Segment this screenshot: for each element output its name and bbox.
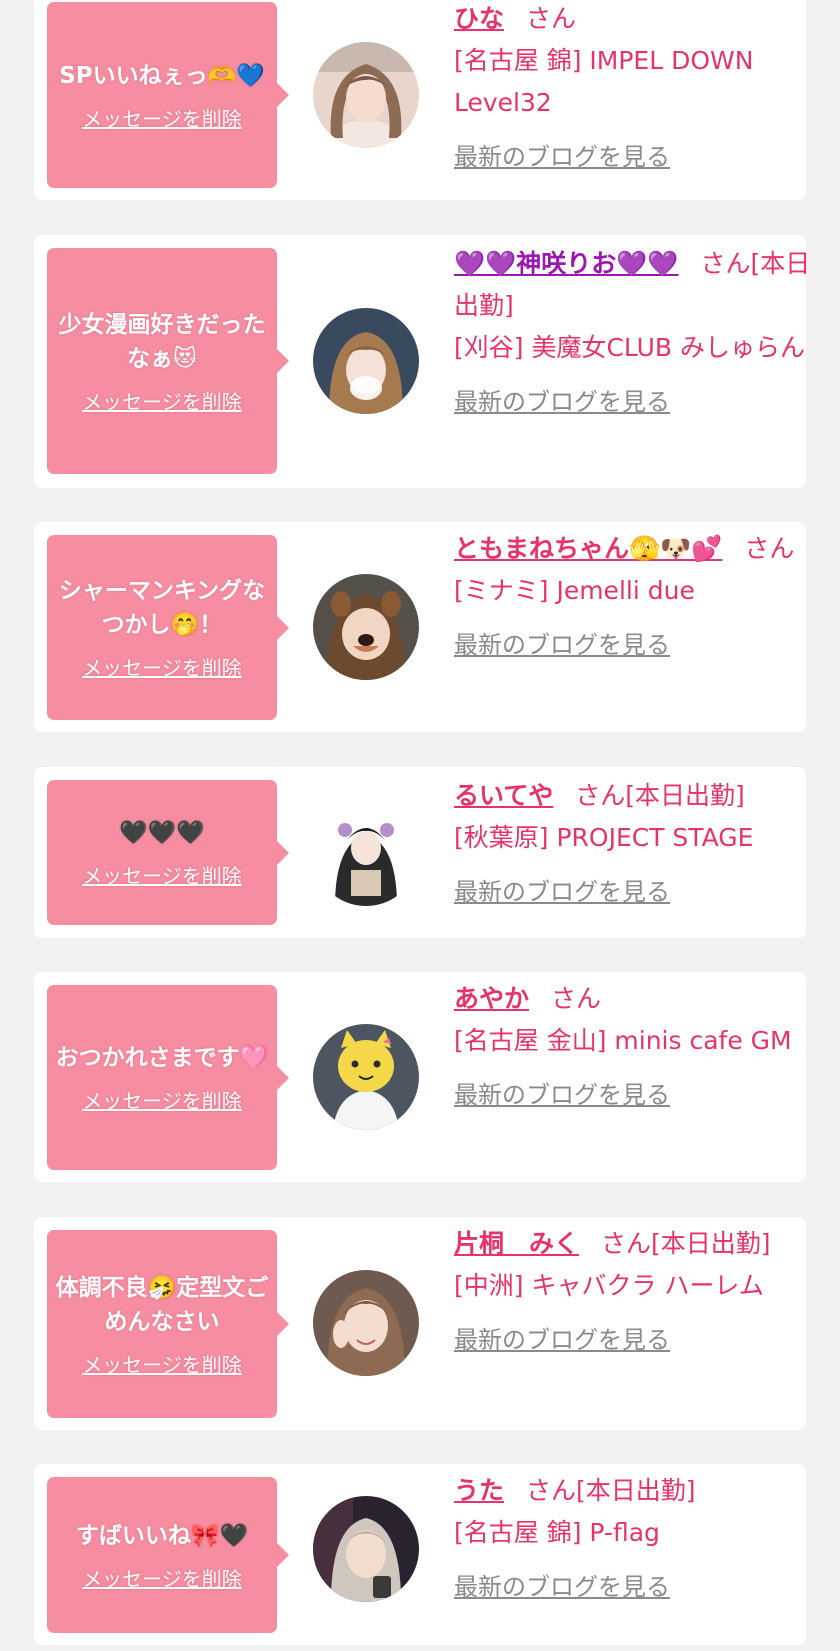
shop-area: [名古屋 金山] minis cafe GM: [454, 1026, 792, 1055]
latest-blog-link[interactable]: 最新のブログを見る: [454, 1319, 670, 1361]
shop-area: [名古屋 錦] IMPEL DOWN Level32: [454, 46, 754, 117]
message-bubble: SPいいねぇっ🫶💙 メッセージを削除: [47, 2, 289, 188]
delete-message-link[interactable]: メッセージを削除: [82, 860, 242, 889]
profile-info: ともまねちゃん🫣🐶💕 さん [ミナミ] Jemelli due 最新のブログを見る: [454, 528, 826, 666]
message-text: すばいいね🎀🖤: [75, 1522, 249, 1549]
avatar[interactable]: [313, 308, 419, 414]
message-bubble: すばいいね🎀🖤 メッセージを削除: [47, 1477, 289, 1633]
name-line: ともまねちゃん🫣🐶💕 さん: [454, 528, 826, 570]
shop-area: [名古屋 錦] P-flag: [454, 1518, 660, 1547]
avatar[interactable]: [313, 1496, 419, 1602]
message-card: おつかれさまです🩷 メッセージを削除 あやか さん [名古屋 金山] minis …: [34, 972, 806, 1182]
message-text: シャーマンキングなつかし🤭！: [58, 578, 266, 638]
cast-name-link[interactable]: 💜💜神咲りお💜💜: [454, 249, 679, 278]
name-line: うた さん[本日出勤]: [454, 1470, 826, 1512]
profile-info: るいてや さん[本日出勤] [秋葉原] PROJECT STAGE 最新のブログを…: [454, 775, 826, 913]
delete-message-link[interactable]: メッセージを削除: [82, 1349, 242, 1378]
avatar[interactable]: [313, 42, 419, 148]
message-card: 体調不良🤧定型文ごめんなさい メッセージを削除 片桐 みく さん[本日出勤] [中…: [34, 1217, 806, 1430]
message-card: 🖤🖤🖤 メッセージを削除 るいてや さん[本日出勤] [秋葉原] PROJECT …: [34, 767, 806, 938]
profile-info: 片桐 みく さん[本日出勤] [中洲] キャバクラ ハーレム 最新のブログを見る: [454, 1223, 826, 1361]
profile-info: うた さん[本日出勤] [名古屋 錦] P-flag 最新のブログを見る: [454, 1470, 826, 1608]
latest-blog-link[interactable]: 最新のブログを見る: [454, 381, 670, 423]
message-bubble: 🖤🖤🖤 メッセージを削除: [47, 780, 289, 925]
shop-area: [ミナミ] Jemelli due: [454, 576, 695, 605]
profile-info: あやか さん [名古屋 金山] minis cafe GM 最新のブログを見る: [454, 978, 826, 1116]
message-card: 少女漫画好きだったなぁ😻 メッセージを削除 💜💜神咲りお💜💜 さん[本日出勤] […: [34, 235, 810, 488]
cast-name-link[interactable]: 片桐 みく: [454, 1229, 579, 1258]
name-line: 💜💜神咲りお💜💜 さん[本日出勤]: [454, 243, 826, 327]
message-text: 体調不良🤧定型文ごめんなさい: [55, 1274, 269, 1335]
name-suffix: さん: [551, 984, 602, 1013]
shop-area: [中洲] キャバクラ ハーレム: [454, 1271, 764, 1300]
delete-message-link[interactable]: メッセージを削除: [82, 1563, 242, 1592]
delete-message-link[interactable]: メッセージを削除: [82, 103, 242, 132]
cast-name-link[interactable]: ひな: [454, 4, 504, 33]
delete-message-link[interactable]: メッセージを削除: [82, 1085, 242, 1114]
name-suffix: さん: [526, 4, 577, 33]
avatar[interactable]: [313, 1024, 419, 1130]
name-line: あやか さん: [454, 978, 826, 1020]
message-card: SPいいねぇっ🫶💙 メッセージを削除 ひな さん [名古屋 錦] IMPEL DO…: [34, 0, 806, 200]
name-line: るいてや さん[本日出勤]: [454, 775, 826, 817]
message-text: 🖤🖤🖤: [119, 820, 205, 846]
cast-name-link[interactable]: あやか: [454, 984, 529, 1013]
avatar[interactable]: [313, 1270, 419, 1376]
message-bubble: 少女漫画好きだったなぁ😻 メッセージを削除: [47, 248, 289, 474]
cast-name-link[interactable]: ともまねちゃん🫣🐶💕: [454, 534, 722, 563]
name-line: ひな さん: [454, 0, 826, 40]
name-suffix: さん[本日出勤]: [575, 781, 745, 810]
avatar[interactable]: [313, 800, 419, 906]
message-text: おつかれさまです🩷: [55, 1045, 269, 1071]
name-suffix: さん[本日出勤]: [601, 1229, 771, 1258]
latest-blog-link[interactable]: 最新のブログを見る: [454, 871, 670, 913]
name-suffix: さん[本日出勤]: [526, 1476, 696, 1505]
message-list: SPいいねぇっ🫶💙 メッセージを削除 ひな さん [名古屋 錦] IMPEL DO…: [0, 0, 840, 1651]
message-card: シャーマンキングなつかし🤭！ メッセージを削除 ともまねちゃん🫣🐶💕 さん [ミナ…: [34, 522, 806, 732]
message-bubble: おつかれさまです🩷 メッセージを削除: [47, 985, 289, 1170]
latest-blog-link[interactable]: 最新のブログを見る: [454, 624, 670, 666]
delete-message-link[interactable]: メッセージを削除: [82, 652, 242, 681]
message-card: すばいいね🎀🖤 メッセージを削除 うた さん[本日出勤] [名古屋 錦] P-fl…: [34, 1464, 806, 1645]
profile-info: ひな さん [名古屋 錦] IMPEL DOWN Level32 最新のブログを見…: [454, 0, 826, 178]
name-suffix: さん: [744, 534, 795, 563]
message-bubble: シャーマンキングなつかし🤭！ メッセージを削除: [47, 535, 289, 720]
shop-area: [刈谷] 美魔女CLUB みしゅらん: [454, 333, 805, 362]
latest-blog-link[interactable]: 最新のブログを見る: [454, 1566, 670, 1608]
shop-area: [秋葉原] PROJECT STAGE: [454, 823, 754, 852]
profile-info: 💜💜神咲りお💜💜 さん[本日出勤] [刈谷] 美魔女CLUB みしゅらん 最新のブ…: [454, 243, 826, 423]
delete-message-link[interactable]: メッセージを削除: [82, 386, 242, 415]
cast-name-link[interactable]: るいてや: [454, 781, 553, 810]
avatar[interactable]: [313, 574, 419, 680]
latest-blog-link[interactable]: 最新のブログを見る: [454, 1074, 670, 1116]
message-text: SPいいねぇっ🫶💙: [59, 62, 265, 89]
message-text: 少女漫画好きだったなぁ😻: [58, 311, 266, 372]
cast-name-link[interactable]: うた: [454, 1476, 504, 1505]
name-line: 片桐 みく さん[本日出勤]: [454, 1223, 826, 1265]
message-bubble: 体調不良🤧定型文ごめんなさい メッセージを削除: [47, 1230, 289, 1418]
latest-blog-link[interactable]: 最新のブログを見る: [454, 136, 670, 178]
